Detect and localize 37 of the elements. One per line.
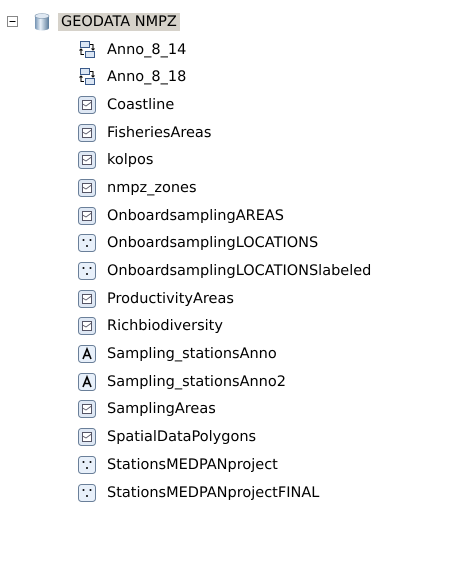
annotation-layer-icon bbox=[78, 372, 96, 391]
database-icon bbox=[34, 12, 50, 31]
dataset-label[interactable]: Richbiodiversity bbox=[104, 317, 226, 336]
dataset-label[interactable]: OnboardsamplingAREAS bbox=[104, 206, 287, 225]
polygon-layer-icon bbox=[78, 124, 96, 142]
polygon-layer-icon bbox=[78, 400, 96, 418]
dataset-label[interactable]: OnboardsamplingLOCATIONSlabeled bbox=[104, 262, 374, 280]
dataset-label[interactable]: FisheriesAreas bbox=[104, 124, 214, 142]
polygon-layer-icon bbox=[78, 428, 96, 446]
dataset-label[interactable]: kolpos bbox=[104, 151, 156, 170]
annotation-layer-icon bbox=[78, 345, 96, 364]
dataset-label[interactable]: Anno_8_14 bbox=[104, 40, 190, 59]
polygon-layer-icon bbox=[78, 96, 96, 114]
dataset-label[interactable]: StationsMEDPANproject bbox=[104, 456, 281, 474]
point-layer-icon bbox=[78, 456, 96, 474]
geodatabase-label[interactable]: GEODATA NMPZ bbox=[58, 12, 180, 31]
collapse-icon[interactable] bbox=[7, 16, 18, 28]
polygon-layer-icon bbox=[78, 178, 96, 197]
dataset-label[interactable]: Coastline bbox=[104, 96, 178, 114]
dataset-label[interactable]: Sampling_stationsAnno2 bbox=[104, 372, 289, 391]
point-layer-icon bbox=[78, 234, 96, 252]
dataset-label[interactable]: ProductivityAreas bbox=[104, 290, 237, 308]
dataset-label[interactable]: SamplingAreas bbox=[104, 400, 219, 418]
relationship-class-icon bbox=[78, 68, 96, 86]
relationship-class-icon bbox=[78, 40, 96, 59]
polygon-layer-icon bbox=[78, 206, 96, 225]
point-layer-icon bbox=[78, 484, 96, 502]
dataset-label[interactable]: OnboardsamplingLOCATIONS bbox=[104, 234, 322, 252]
dataset-label[interactable]: nmpz_zones bbox=[104, 178, 200, 197]
dataset-label[interactable]: Sampling_stationsAnno bbox=[104, 345, 280, 364]
polygon-layer-icon bbox=[78, 151, 96, 170]
dataset-label[interactable]: SpatialDataPolygons bbox=[104, 428, 260, 446]
polygon-layer-icon bbox=[78, 317, 96, 336]
polygon-layer-icon bbox=[78, 290, 96, 308]
dataset-label[interactable]: Anno_8_18 bbox=[104, 68, 190, 86]
dataset-label[interactable]: StationsMEDPANprojectFINAL bbox=[104, 484, 322, 502]
point-layer-icon bbox=[78, 262, 96, 280]
